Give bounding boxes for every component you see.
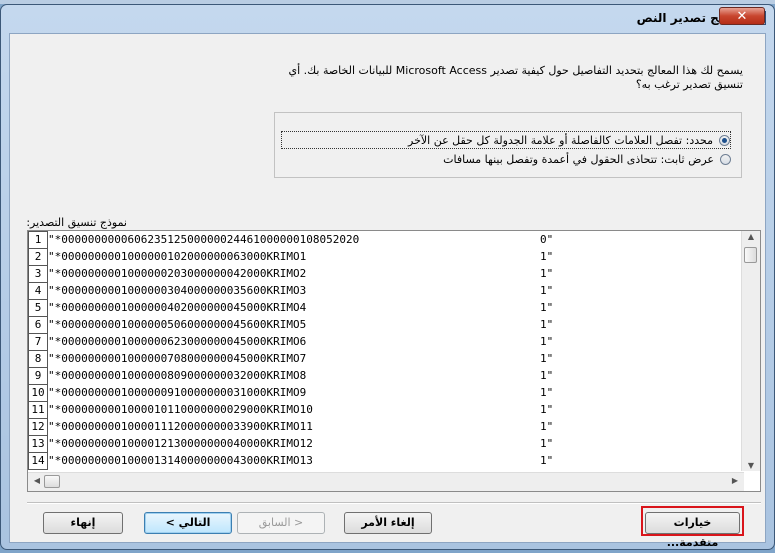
row-tail: 1" — [540, 369, 554, 382]
wizard-client-area: يسمح لك هذا المعالج بتحديد التفاصيل حول … — [9, 33, 766, 549]
row-tail: 1" — [540, 352, 554, 365]
row-text: "*000000000100000010200000006300​0KRIMO1 — [48, 250, 307, 263]
row-text: "*000000000100000070800000004500​0KRIMO7 — [48, 352, 307, 365]
intro-line-2: تنسيق تصدير ترغب به؟ — [635, 78, 743, 91]
row-tail: 1" — [540, 437, 554, 450]
advanced-button-highlight — [641, 506, 744, 536]
row-tail: 1" — [540, 284, 554, 297]
row-number: 3 — [28, 265, 48, 283]
sample-row: 4 "*000000000100000030400000003560​0KRIMO… — [28, 282, 740, 300]
row-number: 12 — [28, 418, 48, 436]
back-button[interactable]: < السابق — [237, 512, 325, 534]
sample-row: 10 "*000000000100000091000000003100​0KRIM… — [28, 384, 740, 402]
sample-row: 6 "*000000000100000050600000004560​0KRIMO… — [28, 316, 740, 334]
sample-row: 2 "*000000000100000010200000006300​0KRIMO… — [28, 248, 740, 266]
row-tail: 1" — [540, 335, 554, 348]
row-text: "*000000000100000050600000004560​0KRIMO5 — [48, 318, 307, 331]
sample-preview[interactable]: 1 "*0000000000606235125000000244610000001… — [27, 230, 761, 492]
row-text: "*000000000100001314000000004300​0KRIMO1… — [48, 454, 313, 467]
sample-row: 1 "*0000000000606235125000000244610000001… — [28, 231, 740, 249]
scroll-down-arrow-icon[interactable]: ▼ — [742, 461, 760, 470]
format-options-group: محدد: تفصل العلامات كالفاصلة أو علامة ال… — [274, 112, 742, 178]
sample-row: 3 "*000000000100000020300000004200​0KRIMO… — [28, 265, 740, 283]
row-number: 14 — [28, 452, 48, 470]
row-number: 5 — [28, 299, 48, 317]
row-number: 1 — [28, 231, 48, 249]
row-text: "*000000000100000062300000004500​0KRIMO6 — [48, 335, 307, 348]
sample-row: 14 "*000000000100001314000000004300​0KRIM… — [28, 452, 740, 470]
row-number: 4 — [28, 282, 48, 300]
row-text: "*000000000100001213000000004000​0KRIMO1… — [48, 437, 313, 450]
row-text: "*00000000006062351250000002446100000010… — [48, 233, 360, 246]
finish-button[interactable]: إنهاء — [43, 512, 123, 534]
title-bar[interactable]: معالج تصدير النص ✕ — [1, 5, 774, 31]
row-tail: 1" — [540, 267, 554, 280]
row-tail: 1" — [540, 318, 554, 331]
vertical-scrollbar[interactable]: ▲ ▼ — [741, 231, 760, 471]
intro-line-1: يسمح لك هذا المعالج بتحديد التفاصيل حول … — [288, 64, 743, 77]
row-tail: 1" — [540, 386, 554, 399]
radio-delimited[interactable] — [719, 134, 730, 146]
row-number: 7 — [28, 333, 48, 351]
row-number: 9 — [28, 367, 48, 385]
horizontal-scroll-thumb[interactable] — [44, 475, 60, 488]
horizontal-scrollbar[interactable]: ◀ ▶ — [28, 472, 744, 491]
row-tail: 1" — [540, 250, 554, 263]
sample-row: 8 "*000000000100000070800000004500​0KRIMO… — [28, 350, 740, 368]
row-number: 11 — [28, 401, 48, 419]
sample-row: 5 "*000000000100000040200000004500​0KRIMO… — [28, 299, 740, 317]
row-number: 2 — [28, 248, 48, 266]
delimited-label: محدد: تفصل العلامات كالفاصلة أو علامة ال… — [408, 133, 713, 147]
sample-row: 9 "*000000000100000080900000003200​0KRIMO… — [28, 367, 740, 385]
radio-fixed-width[interactable] — [720, 153, 731, 165]
fixed-width-option[interactable]: عرض ثابت: تتحاذى الحقول في أعمدة وتفصل ب… — [439, 151, 731, 167]
sample-label: نموذج تنسيق التصدير: — [26, 216, 127, 229]
row-number: 10 — [28, 384, 48, 402]
sample-row: 12 "*000000000100001112000000003390​0KRIM… — [28, 418, 740, 436]
scroll-up-arrow-icon[interactable]: ▲ — [742, 232, 760, 241]
row-text: "*000000000100000030400000003560​0KRIMO3 — [48, 284, 307, 297]
row-text: "*000000000100000040200000004500​0KRIMO4 — [48, 301, 307, 314]
row-tail: 1" — [540, 301, 554, 314]
row-tail: 1" — [540, 420, 554, 433]
intro-text: يسمح لك هذا المعالج بتحديد التفاصيل حول … — [263, 64, 743, 92]
row-text: "*000000000100000080900000003200​0KRIMO8 — [48, 369, 307, 382]
row-tail: 1" — [540, 403, 554, 416]
row-tail: 1" — [540, 454, 554, 467]
row-text: "*000000000100000020300000004200​0KRIMO2 — [48, 267, 307, 280]
button-separator — [27, 502, 761, 504]
row-text: "*000000000100001011000000002900​0KRIMO1… — [48, 403, 313, 416]
delimited-option[interactable]: محدد: تفصل العلامات كالفاصلة أو علامة ال… — [281, 131, 731, 149]
vertical-scroll-thumb[interactable] — [744, 247, 757, 263]
cancel-button[interactable]: إلغاء الأمر — [344, 512, 432, 534]
row-tail: 0" — [540, 233, 554, 246]
next-button[interactable]: التالي > — [144, 512, 232, 534]
scroll-right-arrow-icon[interactable]: ▶ — [726, 476, 744, 485]
row-text: "*000000000100001112000000003390​0KRIMO1… — [48, 420, 313, 433]
sample-rows: 1 "*0000000000606235125000000244610000001… — [28, 231, 740, 471]
sample-row: 11 "*000000000100001011000000002900​0KRIM… — [28, 401, 740, 419]
sample-row: 13 "*000000000100001213000000004000​0KRIM… — [28, 435, 740, 453]
row-number: 8 — [28, 350, 48, 368]
row-text: "*000000000100000091000000003100​0KRIMO9 — [48, 386, 307, 399]
row-number: 13 — [28, 435, 48, 453]
sample-row: 7 "*000000000100000062300000004500​0KRIMO… — [28, 333, 740, 351]
export-text-wizard-window: معالج تصدير النص ✕ يسمح لك هذا المعالج ب… — [0, 4, 775, 550]
fixed-width-label: عرض ثابت: تتحاذى الحقول في أعمدة وتفصل ب… — [443, 152, 714, 166]
close-button[interactable]: ✕ — [719, 7, 765, 25]
row-number: 6 — [28, 316, 48, 334]
